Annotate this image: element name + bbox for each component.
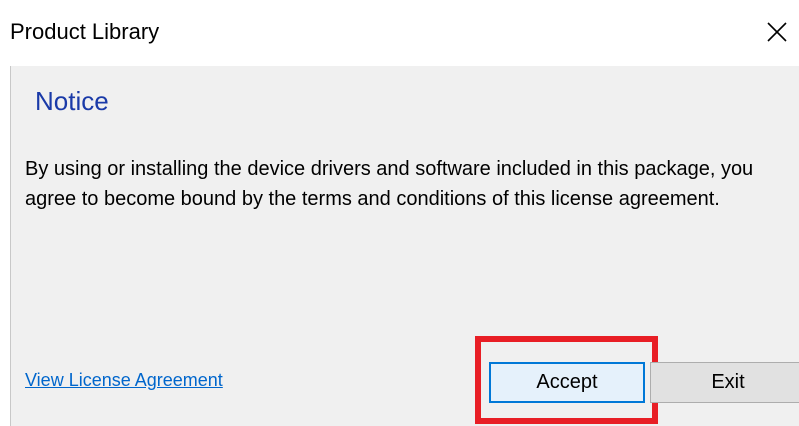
exit-button[interactable]: Exit (650, 362, 799, 403)
window-title: Product Library (10, 19, 160, 44)
close-icon (767, 22, 787, 42)
view-license-agreement-link[interactable]: View License Agreement (25, 370, 223, 391)
close-button[interactable] (758, 12, 796, 52)
notice-heading: Notice (35, 86, 109, 116)
title-bar: Product Library (0, 0, 799, 66)
accept-button[interactable]: Accept (489, 362, 645, 403)
notice-body: By using or installing the device driver… (25, 158, 754, 210)
dialog-window: Product Library Notice By using or insta… (0, 0, 799, 426)
dialog-content: Notice By using or installing the device… (10, 66, 799, 426)
